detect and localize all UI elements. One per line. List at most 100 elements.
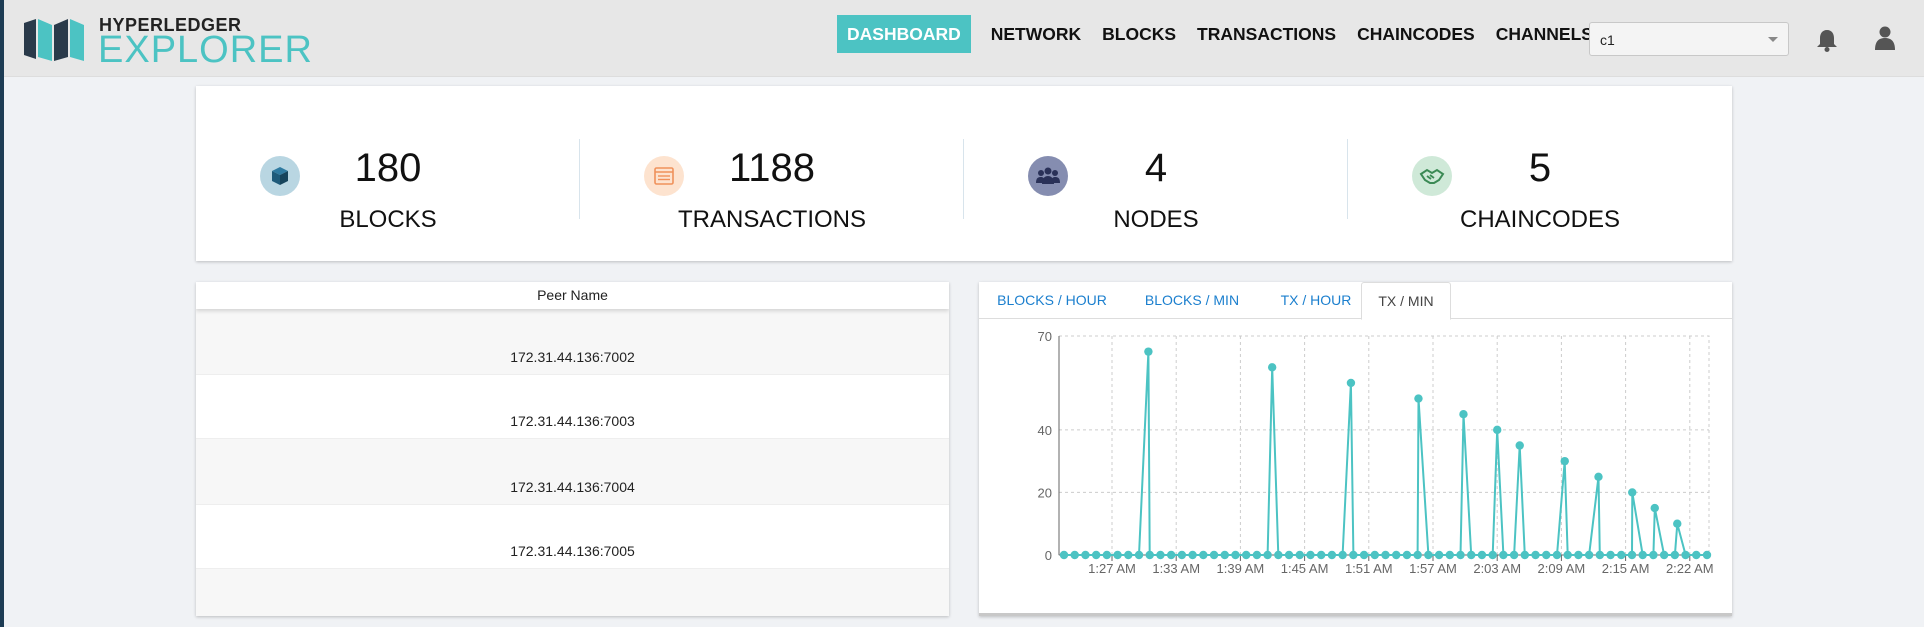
x-tick-label: 2:03 AM <box>1473 561 1521 576</box>
data-point <box>1477 550 1487 560</box>
series-line <box>1064 351 1707 556</box>
nav-dashboard[interactable]: DASHBOARD <box>837 15 971 53</box>
data-point <box>1370 550 1379 560</box>
x-tick-label: 2:09 AM <box>1538 561 1586 576</box>
table-row[interactable]: 172.31.44.136:7002 <box>196 309 949 374</box>
nav-blocks[interactable]: BLOCKS <box>1092 15 1186 53</box>
nav-transactions[interactable]: TRANSACTIONS <box>1187 15 1346 53</box>
data-point <box>1327 550 1337 560</box>
data-point <box>1263 550 1272 560</box>
data-point <box>1349 550 1358 560</box>
data-point <box>1702 550 1712 560</box>
data-point <box>1359 550 1369 560</box>
stat-label: CHAINCODES <box>1459 206 1621 233</box>
data-point <box>1563 550 1572 560</box>
data-point <box>1459 410 1468 419</box>
table-row <box>196 569 949 616</box>
chart-scrollbar[interactable] <box>979 613 1732 616</box>
tx-per-min-chart: 0 20 40 70 1:27 AM 1:33 AM 1:39 AM 1:45 AM 1:51 … <box>1038 329 1714 576</box>
data-point <box>1177 550 1187 560</box>
stat-value: 5 <box>1528 146 1552 190</box>
data-point <box>1560 456 1569 466</box>
data-point <box>1520 550 1530 560</box>
data-point <box>1493 425 1502 435</box>
main-nav: DASHBOARD NETWORK BLOCKS TRANSACTIONS CH… <box>837 15 1604 53</box>
data-point <box>1509 550 1519 560</box>
data-point <box>1402 550 1412 560</box>
tab-tx-min[interactable]: TX / MIN <box>1361 282 1451 320</box>
data-point <box>1649 550 1658 560</box>
data-point <box>1070 550 1079 560</box>
stat-label: BLOCKS <box>339 206 437 233</box>
data-point <box>1650 503 1659 513</box>
nav-channels[interactable]: CHANNELS <box>1486 15 1603 53</box>
tab-tx-hour[interactable]: TX / HOUR <box>1265 282 1367 319</box>
data-point <box>1515 441 1524 450</box>
stat-label: NODES <box>1113 206 1199 233</box>
data-point <box>1346 378 1356 388</box>
stat-transactions[interactable]: 1188 TRANSACTIONS <box>580 86 964 261</box>
peer-name-cell: 172.31.44.136:7002 <box>510 349 635 365</box>
data-point <box>1467 550 1476 560</box>
table-row[interactable]: 172.31.44.136:7004 <box>196 439 949 504</box>
data-point <box>1231 550 1240 560</box>
data-point <box>1595 550 1605 560</box>
hyperledger-explorer-logo[interactable]: HYPERLEDGER EXPLORER <box>22 15 312 70</box>
data-point <box>1413 550 1422 560</box>
chart-grid-border <box>1058 335 1710 556</box>
data-point <box>1552 550 1562 560</box>
stat-blocks[interactable]: 180 BLOCKS <box>196 86 580 261</box>
x-tick-label: 1:27 AM <box>1088 561 1136 576</box>
peer-name-column-header[interactable]: Peer Name <box>196 282 949 309</box>
data-point <box>1091 550 1101 560</box>
nav-network[interactable]: NETWORK <box>981 15 1091 53</box>
data-point <box>1306 550 1315 560</box>
data-point <box>1317 550 1326 560</box>
y-tick-label: 70 <box>1038 329 1052 344</box>
data-point <box>1542 550 1551 560</box>
chart-tabs: BLOCKS / HOUR BLOCKS / MIN TX / HOUR TX … <box>979 282 1732 320</box>
data-point <box>1392 550 1401 560</box>
x-tick-label: 2:22 AM <box>1666 561 1714 576</box>
data-point <box>1681 550 1690 560</box>
peer-name-cell: 172.31.44.136:7003 <box>510 413 635 429</box>
x-tick-label: 1:39 AM <box>1217 561 1265 576</box>
data-point <box>1059 550 1069 560</box>
nav-chaincodes[interactable]: CHAINCODES <box>1347 15 1485 53</box>
channel-select[interactable]: c1 <box>1589 22 1789 56</box>
data-point <box>1199 550 1208 560</box>
peer-table-body: 172.31.44.136:7002 172.31.44.136:7003 17… <box>196 309 949 616</box>
data-point <box>1434 550 1444 560</box>
data-point <box>1241 550 1251 560</box>
data-point <box>1338 550 1347 560</box>
channel-select-value: c1 <box>1600 32 1615 48</box>
data-point <box>1295 550 1304 560</box>
data-point <box>1381 550 1390 560</box>
window-left-edge <box>0 0 4 627</box>
data-point <box>1124 550 1133 560</box>
stat-value: 1188 <box>728 146 815 190</box>
data-point <box>1574 550 1583 560</box>
data-point <box>1267 363 1277 372</box>
data-point <box>1134 550 1144 560</box>
data-point <box>1670 550 1680 560</box>
data-point <box>1531 550 1540 560</box>
user-icon[interactable] <box>1875 26 1895 50</box>
stat-chaincodes[interactable]: 5 CHAINCODES <box>1348 86 1732 261</box>
bell-icon[interactable] <box>1816 28 1838 52</box>
tab-blocks-hour[interactable]: BLOCKS / HOUR <box>987 282 1117 319</box>
data-point <box>1188 550 1197 560</box>
x-tick-label: 1:33 AM <box>1152 561 1200 576</box>
table-row[interactable]: 172.31.44.136:7003 <box>196 374 949 439</box>
y-tick-label: 0 <box>1045 548 1052 563</box>
table-row[interactable]: 172.31.44.136:7005 <box>196 504 949 569</box>
tab-blocks-min[interactable]: BLOCKS / MIN <box>1127 282 1257 319</box>
peer-name-cell: 172.31.44.136:7004 <box>510 479 635 495</box>
data-point <box>1445 550 1454 560</box>
stat-nodes[interactable]: 4 NODES <box>964 86 1348 261</box>
x-tick-label: 1:45 AM <box>1281 561 1329 576</box>
peer-table: Peer Name 172.31.44.136:7002 172.31.44.1… <box>196 282 949 616</box>
data-point <box>1659 550 1669 560</box>
chart-card: BLOCKS / HOUR BLOCKS / MIN TX / HOUR TX … <box>979 282 1732 616</box>
data-point <box>1499 550 1508 560</box>
